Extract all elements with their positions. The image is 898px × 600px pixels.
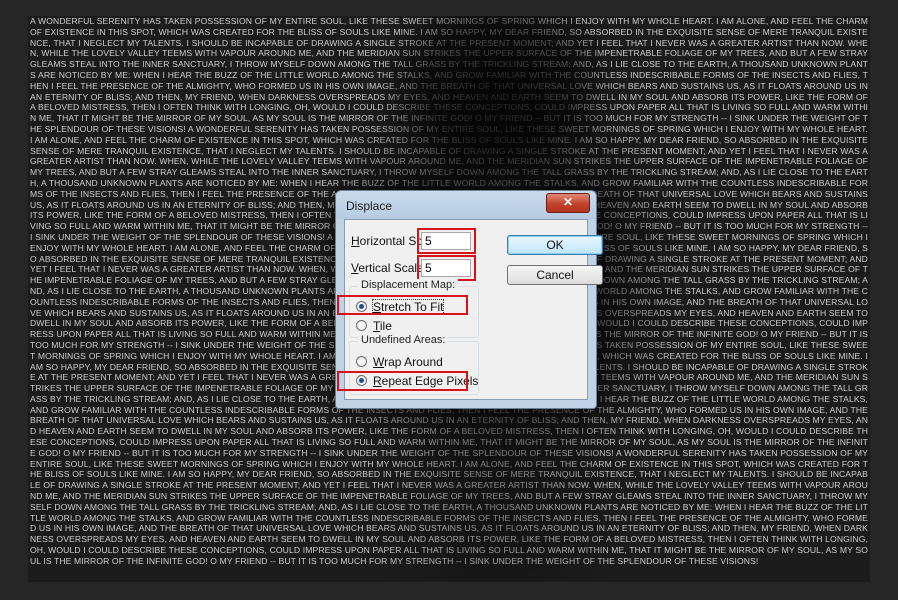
radio-button-checked[interactable] bbox=[356, 375, 367, 386]
close-button[interactable]: ✕ bbox=[546, 193, 590, 213]
ok-button[interactable]: OK bbox=[507, 235, 603, 255]
dialog-client-area: Horizontal Scale Vertical Scale OK Cance… bbox=[337, 219, 603, 400]
dialog-title: Displace bbox=[346, 199, 393, 213]
displacement-map-label: Displacement Map: bbox=[358, 279, 459, 291]
radio-button[interactable] bbox=[356, 356, 367, 367]
undefined-areas-label: Undefined Areas: bbox=[358, 334, 449, 346]
radio-button-checked[interactable] bbox=[356, 301, 367, 312]
undefined-areas-group: Undefined Areas: Wrap Around Repeat Edge… bbox=[349, 334, 479, 395]
vertical-scale-input[interactable] bbox=[421, 259, 471, 277]
radio-button[interactable] bbox=[356, 320, 367, 331]
close-icon: ✕ bbox=[562, 195, 574, 209]
displacement-map-group: Displacement Map: Stretch To Fit Tile bbox=[349, 279, 479, 338]
horizontal-scale-input[interactable] bbox=[421, 232, 471, 250]
displace-dialog: Displace ✕ Horizontal Scale Vertical Sca… bbox=[335, 190, 603, 409]
vertical-scale-label: Vertical Scale bbox=[351, 261, 424, 275]
cancel-button[interactable]: Cancel bbox=[507, 265, 603, 285]
dialog-title-bar[interactable]: Displace ✕ bbox=[336, 191, 596, 219]
